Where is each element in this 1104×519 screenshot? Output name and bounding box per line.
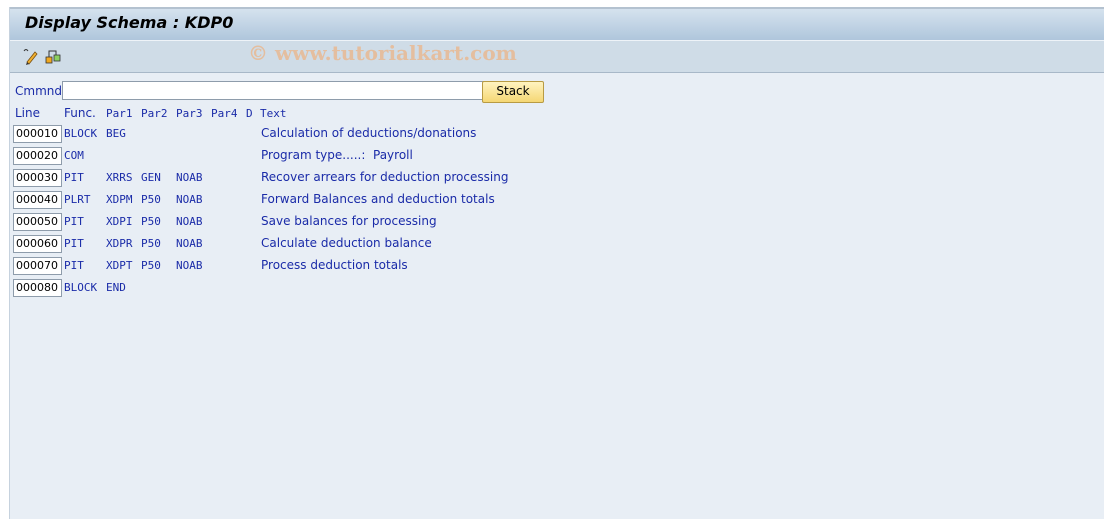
title-bar: Display Schema : KDP0 xyxy=(10,7,1104,40)
par3-cell: NOAB xyxy=(176,171,203,184)
par3-cell: NOAB xyxy=(176,193,203,206)
par3-cell: NOAB xyxy=(176,259,203,272)
text-cell: Calculate deduction balance xyxy=(261,236,432,250)
line-number-field[interactable]: 000030 xyxy=(13,169,62,187)
command-label: Cmmnd xyxy=(15,84,62,98)
par1-cell: XDPI xyxy=(106,215,133,228)
page-title: Display Schema : KDP0 xyxy=(25,13,234,32)
column-header-d: D xyxy=(246,107,253,120)
line-number-field[interactable]: 000040 xyxy=(13,191,62,209)
text-cell: Save balances for processing xyxy=(261,214,437,228)
application-toolbar: © www.tutorialkart.com xyxy=(10,40,1104,73)
main-window: Display Schema : KDP0 © www.tutorialkart… xyxy=(9,7,1104,519)
watermark: © www.tutorialkart.com xyxy=(248,41,517,65)
column-header-line: Line xyxy=(15,106,41,120)
column-header-par1: Par1 xyxy=(106,107,133,120)
line-number-field[interactable]: 000070 xyxy=(13,257,62,275)
stack-button[interactable]: Stack xyxy=(482,81,544,103)
column-header-par4: Par4 xyxy=(211,107,238,120)
par1-cell: XRRS xyxy=(106,171,133,184)
display-change-icon[interactable] xyxy=(21,47,39,65)
column-header-text: Text xyxy=(260,107,287,120)
text-cell: Recover arrears for deduction processing xyxy=(261,170,509,184)
line-number-field[interactable]: 000020 xyxy=(13,147,62,165)
func-cell: PIT xyxy=(64,237,84,250)
par1-cell: XDPR xyxy=(106,237,133,250)
line-number-field[interactable]: 000060 xyxy=(13,235,62,253)
text-cell: Process deduction totals xyxy=(261,258,408,272)
func-cell: PIT xyxy=(64,215,84,228)
par2-cell: P50 xyxy=(141,193,161,206)
par1-cell: XDPT xyxy=(106,259,133,272)
par1-cell: BEG xyxy=(106,127,126,140)
hierarchy-icon[interactable] xyxy=(44,47,62,65)
text-cell: Forward Balances and deduction totals xyxy=(261,192,495,206)
par2-cell: P50 xyxy=(141,259,161,272)
par3-cell: NOAB xyxy=(176,237,203,250)
text-cell: Calculation of deductions/donations xyxy=(261,126,477,140)
par2-cell: GEN xyxy=(141,171,161,184)
text-cell: Program type.....: Payroll xyxy=(261,148,413,162)
par1-cell: XDPM xyxy=(106,193,133,206)
func-cell: PIT xyxy=(64,259,84,272)
column-header-par2: Par2 xyxy=(141,107,168,120)
line-number-field[interactable]: 000080 xyxy=(13,279,62,297)
func-cell: PLRT xyxy=(64,193,91,206)
par3-cell: NOAB xyxy=(176,215,203,228)
line-number-field[interactable]: 000050 xyxy=(13,213,62,231)
func-cell: BLOCK xyxy=(64,281,98,294)
command-input[interactable] xyxy=(62,81,484,100)
func-cell: COM xyxy=(64,149,84,162)
par2-cell: P50 xyxy=(141,237,161,250)
par1-cell: END xyxy=(106,281,126,294)
func-cell: BLOCK xyxy=(64,127,98,140)
line-number-field[interactable]: 000010 xyxy=(13,125,62,143)
func-cell: PIT xyxy=(64,171,84,184)
column-header-par3: Par3 xyxy=(176,107,203,120)
par2-cell: P50 xyxy=(141,215,161,228)
column-header-func: Func. xyxy=(64,106,96,120)
